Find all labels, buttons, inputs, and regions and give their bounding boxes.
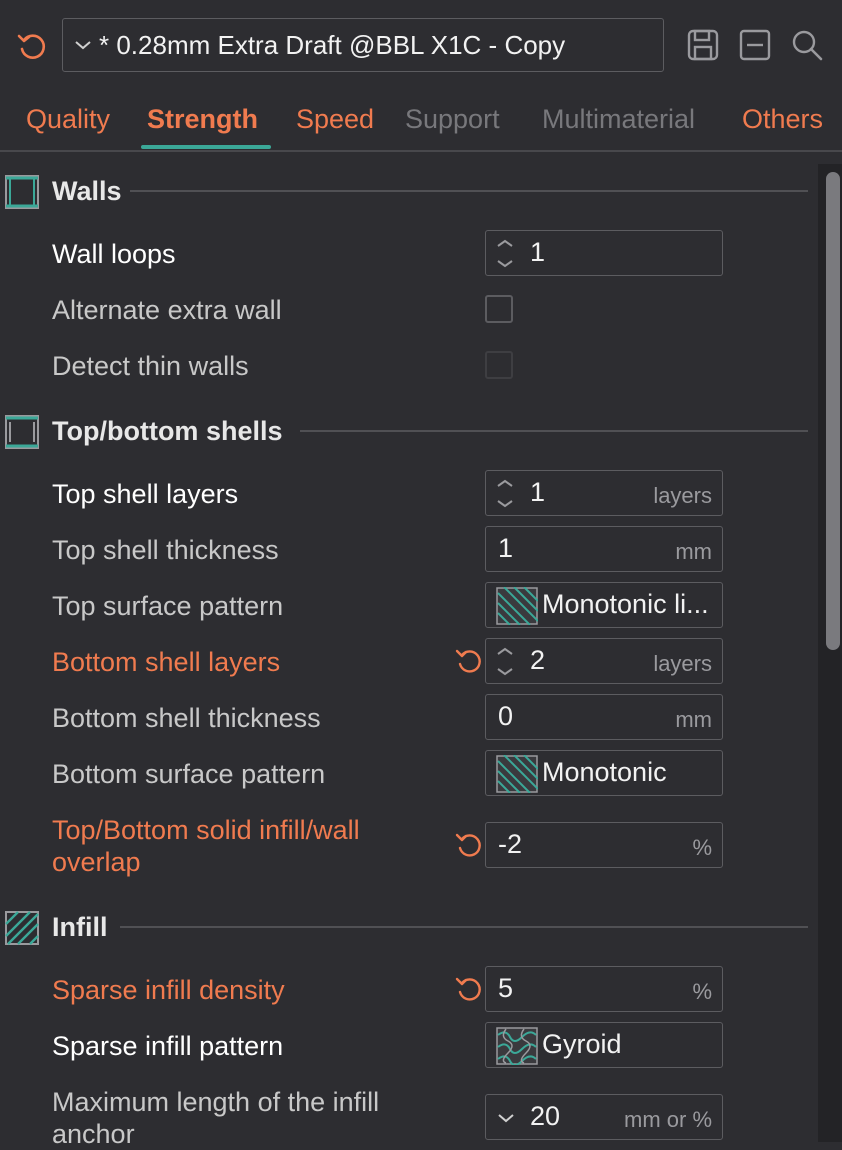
save-icon[interactable] (686, 28, 720, 62)
bottom-surface-pattern-dropdown[interactable]: Monotonic (485, 750, 723, 796)
bottom-shell-layers-value: 2 (530, 645, 546, 675)
section-divider (120, 926, 808, 928)
top-surface-pattern-dropdown[interactable]: Monotonic li... (485, 582, 723, 628)
top-shell-thickness-label: Top shell thickness (52, 535, 279, 565)
top-shell-layers-value: 1 (530, 477, 546, 507)
walls-icon (5, 175, 39, 209)
sparse-infill-pattern-label: Sparse infill pattern (52, 1031, 284, 1061)
spinner-arrows-icon[interactable] (490, 234, 520, 272)
bottom-shell-thickness-input[interactable]: 0 mm (485, 694, 723, 740)
top-shell-layers-label: Top shell layers (52, 479, 239, 509)
unit-label: mm (675, 539, 712, 564)
reset-icon[interactable] (454, 830, 486, 862)
sparse-infill-density-input[interactable]: 5 % (485, 966, 723, 1012)
anchor-max-label-line2: anchor (52, 1119, 135, 1149)
bottom-surface-pattern-label: Bottom surface pattern (52, 759, 326, 789)
tab-quality[interactable]: Quality (26, 104, 110, 135)
bottom-shell-layers-label: Bottom shell layers (52, 647, 281, 677)
monotonic-pattern-icon (496, 587, 538, 625)
chevron-down-icon[interactable] (496, 1111, 516, 1125)
monotonic-pattern-icon (496, 755, 538, 793)
detect-thin-walls-checkbox[interactable] (485, 351, 513, 379)
bottom-shell-layers-spinner[interactable]: 2 layers (485, 638, 723, 684)
spinner-arrows-icon[interactable] (490, 474, 520, 512)
sparse-infill-pattern-dropdown[interactable]: Gyroid (485, 1022, 723, 1068)
reset-icon[interactable] (16, 30, 50, 64)
top-shell-thickness-input[interactable]: 1 mm (485, 526, 723, 572)
top-shell-layers-spinner[interactable]: 1 layers (485, 470, 723, 516)
wall-loops-spinner[interactable]: 1 (485, 230, 723, 276)
wall-loops-value: 1 (530, 237, 546, 267)
sparse-infill-pattern-value: Gyroid (542, 1029, 622, 1059)
reset-icon[interactable] (454, 646, 486, 678)
preset-name: * 0.28mm Extra Draft @BBL X1C - Copy (99, 29, 566, 60)
scrollbar-thumb[interactable] (826, 172, 840, 650)
detect-thin-walls-label: Detect thin walls (52, 351, 249, 381)
anchor-max-combobox[interactable]: 20 mm or % (485, 1094, 723, 1140)
tab-bar: Quality Strength Speed Support Multimate… (0, 96, 842, 152)
sparse-infill-density-value: 5 (498, 973, 514, 1003)
tab-support[interactable]: Support (405, 104, 500, 135)
top-surface-pattern-value: Monotonic li... (542, 589, 709, 619)
tab-multimaterial[interactable]: Multimaterial (542, 104, 695, 135)
infill-icon (5, 911, 39, 945)
reset-icon[interactable] (454, 974, 486, 1006)
section-title-walls: Walls (52, 176, 122, 206)
overlap-label-line2: overlap (52, 847, 141, 877)
chevron-down-icon (75, 41, 91, 50)
bottom-shell-thickness-value: 0 (498, 701, 514, 731)
top-surface-pattern-label: Top surface pattern (52, 591, 284, 621)
unit-label: mm or % (624, 1107, 712, 1132)
tab-others[interactable]: Others (742, 104, 823, 135)
top-shell-thickness-value: 1 (498, 533, 514, 563)
overlap-input[interactable]: -2 % (485, 822, 723, 868)
section-title-infill: Infill (52, 912, 108, 942)
bottom-shell-thickness-label: Bottom shell thickness (52, 703, 321, 733)
overlap-label-line1: Top/Bottom solid infill/wall (52, 815, 360, 845)
active-tab-indicator (141, 145, 271, 149)
search-icon[interactable] (790, 28, 824, 62)
alternate-extra-wall-checkbox[interactable] (485, 295, 513, 323)
sparse-infill-density-label: Sparse infill density (52, 975, 285, 1005)
anchor-max-value: 20 (530, 1101, 561, 1131)
gyroid-pattern-icon (496, 1027, 538, 1065)
spinner-arrows-icon[interactable] (490, 642, 520, 680)
shells-icon (5, 415, 39, 449)
unit-label: layers (653, 483, 712, 508)
tab-strength[interactable]: Strength (147, 104, 258, 135)
wall-loops-label: Wall loops (52, 239, 176, 269)
unit-label: mm (675, 707, 712, 732)
section-divider (130, 190, 808, 192)
section-title-shells: Top/bottom shells (52, 416, 283, 446)
tab-speed[interactable]: Speed (296, 104, 374, 135)
alternate-extra-wall-label: Alternate extra wall (52, 295, 282, 325)
section-divider (300, 430, 808, 432)
unit-label: layers (653, 651, 712, 676)
collapse-icon[interactable] (738, 28, 772, 62)
overlap-value: -2 (498, 829, 523, 859)
unit-label: % (692, 835, 712, 860)
preset-dropdown[interactable]: * 0.28mm Extra Draft @BBL X1C - Copy (62, 18, 664, 72)
anchor-max-label-line1: Maximum length of the infill (52, 1087, 380, 1117)
unit-label: % (692, 979, 712, 1004)
bottom-surface-pattern-value: Monotonic (542, 757, 667, 787)
